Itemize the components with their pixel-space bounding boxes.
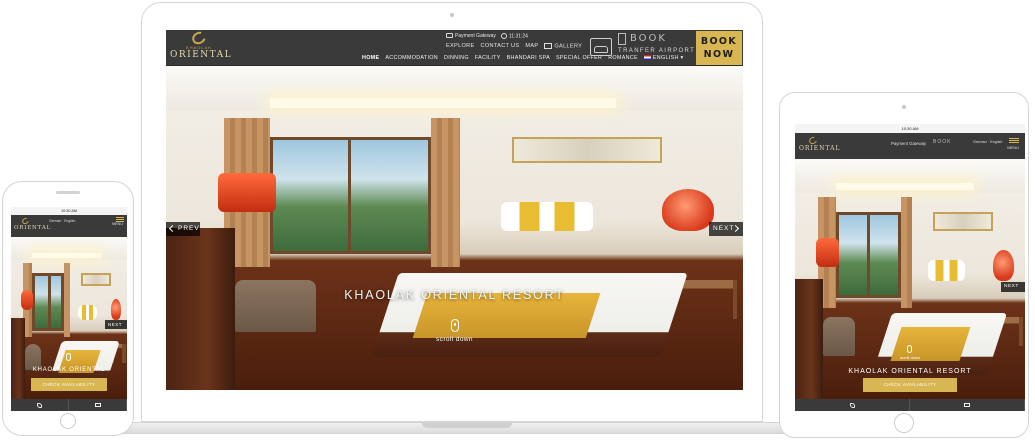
site-logo[interactable]: KHAOLAK ORIENTAL [170, 30, 233, 64]
phone-language[interactable]: German · English [49, 219, 75, 224]
tablet-language[interactable]: German · English [973, 140, 1003, 145]
car-icon [590, 38, 612, 56]
gallery-label: GALLERY [554, 43, 583, 50]
transfer-airport-label: TRANFER AIRPORT [618, 48, 696, 54]
tablet-book-transfer[interactable]: BOOK [933, 139, 951, 145]
phone-status-bar: 10:30 AM [11, 207, 127, 215]
tablet-home-button [894, 413, 914, 433]
mail-icon [964, 403, 970, 407]
room-photo [795, 159, 1025, 399]
tablet-check-availability-button[interactable]: CHECK AVAILABILITY [863, 378, 957, 392]
hamburger-icon[interactable] [1009, 138, 1019, 139]
nav-facility[interactable]: FACILITY [475, 55, 501, 61]
tablet-scroll-label[interactable]: scroll down [795, 355, 1025, 360]
call-button[interactable] [795, 399, 910, 411]
nav-bhandari-spa[interactable]: BHANDARI SPA [507, 55, 550, 61]
mail-icon [94, 403, 101, 407]
phone-screen: 10:30 AM ORIENTAL German · English MENU … [11, 207, 127, 411]
phone-lang-english: English [64, 219, 76, 223]
phone-home-button [60, 413, 76, 429]
tablet-lang-english: English [990, 140, 1003, 144]
transfer-box-icon [618, 33, 626, 45]
tablet-logo-name: ORIENTAL [799, 145, 841, 152]
nav-gallery[interactable]: GALLERY [544, 43, 582, 49]
tablet-next-button[interactable]: NEXT [1001, 282, 1025, 292]
payment-gateway-link[interactable]: Payment Gateway [446, 33, 496, 39]
payment-gateway-label: Payment Gateway [455, 33, 496, 40]
gallery-icon [544, 43, 553, 49]
hamburger-icon[interactable] [116, 217, 124, 218]
clock: 11:31:24 [500, 33, 528, 40]
secondary-nav: EXPLORE CONTACT US MAP GALLERY [446, 43, 582, 49]
tablet-lang-german: German [973, 140, 987, 144]
phone-next-button[interactable]: NEXT [105, 320, 127, 329]
clock-icon [500, 33, 507, 39]
email-button[interactable] [69, 399, 127, 411]
tablet-hero [795, 159, 1025, 399]
book-transfer-airport[interactable]: BOOK TRANFER AIRPORT [590, 33, 694, 63]
nav-explore[interactable]: EXPLORE [446, 43, 475, 49]
tablet-hero-title: KHAOLAK ORIENTAL RESORT [848, 368, 972, 375]
tablet-footer [795, 399, 1025, 411]
nav-accommodation[interactable]: ACCOMMODATION [385, 55, 438, 61]
hero-title: KHAOLAK ORIENTAL RESORT [344, 288, 565, 302]
clock-time: 11:31:24 [508, 33, 528, 40]
prev-slide-button[interactable]: PREV [166, 222, 200, 236]
phone-logo[interactable]: ORIENTAL [14, 216, 52, 231]
call-button[interactable] [11, 399, 69, 411]
tablet-camera [902, 105, 906, 109]
transfer-book-label: BOOK [630, 33, 667, 44]
scroll-mouse-icon[interactable] [451, 319, 459, 332]
scroll-mouse-icon[interactable] [66, 353, 71, 361]
site-header: KHAOLAK ORIENTAL Payment Gateway 11:31:2… [166, 30, 743, 66]
phone-menu-label[interactable]: MENU [112, 222, 123, 226]
phone-speaker [56, 191, 80, 194]
tablet-payment-gateway[interactable]: Payment Gateway [891, 141, 926, 146]
nav-contact-us[interactable]: CONTACT US [481, 43, 520, 49]
phone-footer [11, 399, 127, 411]
email-button[interactable] [910, 399, 1025, 411]
tablet-header: ORIENTAL Payment Gateway BOOK German · E… [795, 133, 1025, 159]
phone-check-availability-button[interactable]: CHECK AVAILABILITY [31, 378, 107, 391]
nav-dinning[interactable]: DINNING [444, 55, 469, 61]
tablet-status-bar: 10:30 AM [795, 124, 1025, 133]
tablet-logo[interactable]: ORIENTAL [799, 135, 841, 152]
laptop-notch [422, 423, 512, 428]
scroll-mouse-icon[interactable] [907, 345, 912, 353]
logo-name: ORIENTAL [170, 50, 233, 60]
phone-hero [11, 237, 127, 399]
tablet-menu-label[interactable]: MENU [1007, 145, 1019, 150]
phone-lang-german: German [49, 219, 62, 223]
nav-map[interactable]: MAP [525, 43, 538, 49]
nav-home[interactable]: HOME [362, 55, 379, 61]
phone-icon [849, 402, 855, 408]
card-icon [446, 33, 453, 39]
phone-header: ORIENTAL German · English MENU [11, 215, 127, 237]
room-photo [11, 237, 127, 399]
book-now-line1: BOOK [700, 36, 738, 47]
next-slide-button[interactable]: NEXT [709, 222, 743, 236]
phone-icon [37, 402, 42, 408]
tablet-screen: 10:30 AM ORIENTAL Payment Gateway BOOK G… [795, 124, 1025, 411]
laptop-camera [450, 13, 454, 17]
scroll-down-label[interactable]: scroll down [166, 336, 743, 343]
book-now-line2: NOW [703, 49, 735, 60]
laptop-screen: KHAOLAK ORIENTAL Payment Gateway 11:31:2… [166, 30, 743, 390]
phone-logo-name: ORIENTAL [14, 225, 52, 231]
laptop-base [100, 422, 834, 434]
utility-row: Payment Gateway 11:31:24 [446, 33, 528, 39]
book-now-button[interactable]: BOOK NOW [696, 31, 742, 65]
phone-hero-title: KHAOLAK ORIENTAL [32, 367, 106, 373]
